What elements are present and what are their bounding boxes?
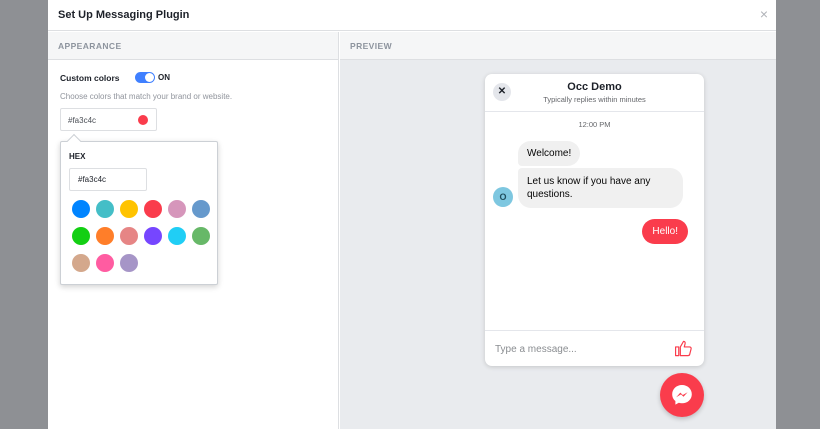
color-swatch[interactable] [168,200,186,218]
chat-subtitle: Typically replies within minutes [543,95,646,104]
chat-window: ✕ Occ Demo Typically replies within minu… [485,74,704,366]
dialog-header: Set Up Messaging Plugin × [48,0,776,31]
hex-label: HEX [69,152,86,161]
appearance-pane: APPEARANCE Custom colors ON Choose color… [48,32,339,429]
helper-text: Choose colors that match your brand or w… [60,92,233,101]
preview-pane: PREVIEW ✕ Occ Demo Typically replies wit… [340,32,776,429]
color-swatch[interactable] [96,227,114,245]
color-swatch[interactable] [120,254,138,272]
color-field[interactable]: #fa3c4c [60,108,157,131]
appearance-section-title: APPEARANCE [48,32,338,60]
color-swatch[interactable] [72,200,90,218]
color-swatch[interactable] [192,200,210,218]
color-swatch[interactable] [192,227,210,245]
custom-colors-label: Custom colors [60,73,120,83]
custom-colors-toggle[interactable] [135,72,155,83]
color-swatch[interactable] [144,200,162,218]
message-bubble: Let us know if you have any questions. [518,168,683,208]
color-preview-dot [138,115,148,125]
avatar: O [493,187,513,207]
color-field-value: #fa3c4c [68,116,97,125]
messenger-launcher-button[interactable] [660,373,704,417]
thumbs-up-icon[interactable] [674,339,693,358]
message-bubble: Welcome! [518,141,581,166]
toggle-knob [145,73,154,82]
dialog-title: Set Up Messaging Plugin [58,9,190,21]
popover-arrow [66,133,82,149]
color-swatch[interactable] [120,200,138,218]
color-picker-popover: HEX [60,133,218,285]
messenger-icon [672,385,692,405]
toggle-state-label: ON [158,73,170,82]
color-swatches [72,200,210,272]
color-swatch[interactable] [168,227,186,245]
color-swatch[interactable] [72,227,90,245]
dialog: Set Up Messaging Plugin × APPEARANCE Cus… [48,0,776,429]
color-swatch[interactable] [96,200,114,218]
close-icon[interactable]: × [760,7,768,21]
color-swatch[interactable] [144,227,162,245]
chat-timestamp: 12:00 PM [578,120,611,129]
color-swatch[interactable] [96,254,114,272]
chat-header: ✕ Occ Demo Typically replies within minu… [485,74,704,112]
color-swatch[interactable] [72,254,90,272]
composer [485,330,704,366]
chat-page-name: Occ Demo [567,81,622,93]
message-input[interactable] [495,341,665,357]
color-swatch[interactable] [120,227,138,245]
preview-section-title: PREVIEW [340,32,776,60]
outgoing-message-bubble: Hello! [642,219,688,244]
hex-input[interactable] [69,168,147,191]
